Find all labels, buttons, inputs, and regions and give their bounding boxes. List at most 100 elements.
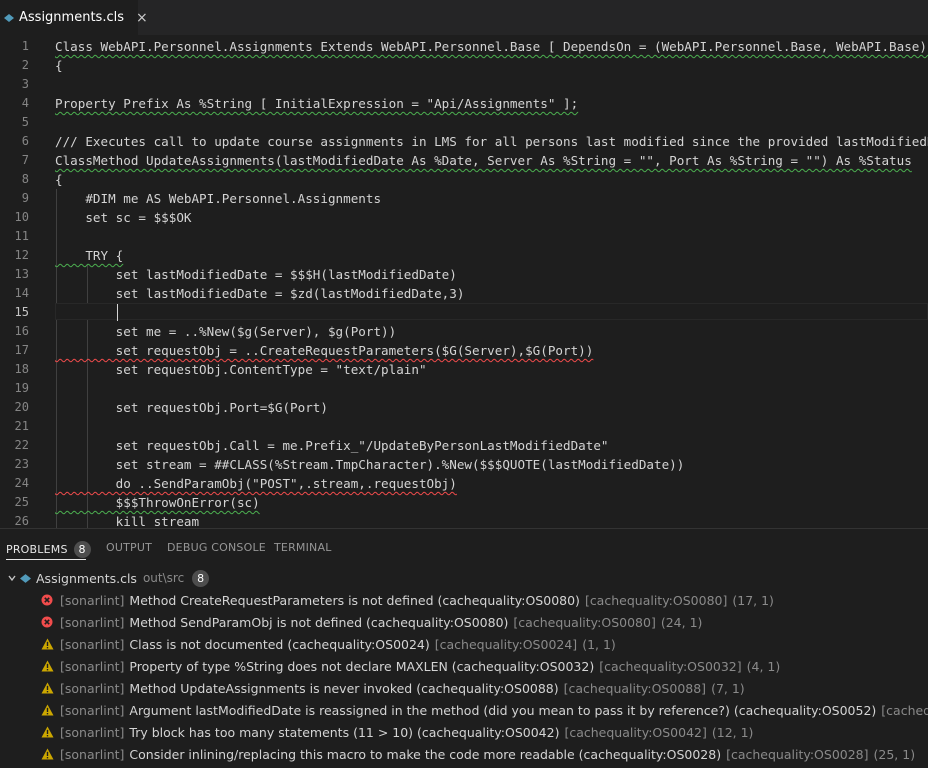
problems-file-path: out\src: [142, 571, 185, 585]
code-line[interactable]: 19: [0, 379, 928, 398]
problem-code: [cachequality:OS0052]: [881, 702, 928, 718]
close-icon[interactable]: ×: [136, 10, 148, 26]
problem-source: [sonarlint]: [60, 658, 125, 674]
warning-icon: [40, 725, 54, 739]
code-line[interactable]: 7 ClassMethod UpdateAssignments(lastModif…: [0, 151, 928, 170]
code-line[interactable]: 17 set requestObj = ..CreateRequestParam…: [0, 341, 928, 360]
line-number: 18: [14, 362, 29, 376]
problem-row[interactable]: [sonarlint] Consider inlining/replacing t…: [0, 743, 928, 765]
code-line[interactable]: 6 /// Executes call to update course assi…: [0, 132, 928, 151]
code-text: {: [55, 172, 63, 187]
line-number: 14: [14, 286, 29, 300]
code-text: {: [55, 58, 63, 73]
problem-message: Property of type %String does not declar…: [129, 658, 595, 674]
problem-source: [sonarlint]: [60, 680, 125, 696]
line-number: 25: [14, 495, 29, 509]
code-line[interactable]: 11: [0, 227, 928, 246]
code-line[interactable]: 24 do ..SendParamObj("POST",.stream,.req…: [0, 474, 928, 493]
code-line[interactable]: 14 set lastModifiedDate = $zd(lastModifi…: [0, 284, 928, 303]
problems-file-name: Assignments.cls: [36, 570, 137, 586]
line-number: 3: [21, 77, 29, 91]
problem-location: (1, 1): [582, 636, 616, 652]
warning-icon: [40, 637, 54, 651]
problem-row[interactable]: [sonarlint] Class is not documented (cach…: [0, 633, 928, 655]
code-line[interactable]: 25 $$$ThrowOnError(sc): [0, 493, 928, 512]
code-text: do ..SendParamObj("POST",.stream,.reques…: [55, 476, 457, 491]
problem-source: [sonarlint]: [60, 636, 125, 652]
line-number: 11: [14, 229, 29, 243]
code-text: set requestObj.Call = me.Prefix_"/Update…: [55, 438, 609, 453]
line-number: 4: [21, 96, 29, 110]
line-number: 12: [14, 248, 29, 262]
code-line[interactable]: 1 Class WebAPI.Personnel.Assignments Exte…: [0, 37, 928, 56]
code-line[interactable]: 9 #DIM me AS WebAPI.Personnel.Assignment…: [0, 189, 928, 208]
problem-row[interactable]: [sonarlint] Try block has too many statem…: [0, 721, 928, 743]
code-line[interactable]: 26 kill stream: [0, 512, 928, 528]
code-text: set sc = $$$OK: [55, 210, 192, 225]
code-text: Class WebAPI.Personnel.Assignments Exten…: [55, 39, 928, 54]
problem-code: [cachequality:OS0080]: [584, 592, 728, 608]
problem-row[interactable]: [sonarlint] Argument lastModifiedDate is …: [0, 699, 928, 721]
problems-count-badge: 8: [73, 541, 91, 558]
line-number: 15: [14, 305, 29, 319]
line-number: 16: [14, 324, 29, 338]
problem-message: Class is not documented (cachequality:OS…: [129, 636, 430, 652]
code-text: $$$ThrowOnError(sc): [55, 495, 260, 510]
code-line[interactable]: 4 Property Prefix As %String [ InitialExp…: [0, 94, 928, 113]
code-line[interactable]: 3: [0, 75, 928, 94]
code-line[interactable]: 16 set me = ..%New($g(Server), $g(Port)): [0, 322, 928, 341]
code-line[interactable]: 12 TRY {: [0, 246, 928, 265]
code-line[interactable]: 5: [0, 113, 928, 132]
cls-file-icon: [20, 572, 32, 584]
code-text: set stream = ##CLASS(%Stream.TmpCharacte…: [55, 457, 685, 472]
warning-icon: [40, 703, 54, 717]
tab-terminal[interactable]: TERMINAL: [274, 541, 332, 554]
code-line[interactable]: 8{: [0, 170, 928, 189]
line-number: 23: [14, 457, 29, 471]
line-number: 8: [21, 172, 29, 186]
problem-row[interactable]: [sonarlint] Property of type %String does…: [0, 655, 928, 677]
panel-tab-bar: PROBLEMS 8 OUTPUT DEBUG CONSOLE TERMINAL: [0, 529, 928, 567]
code-text: Property Prefix As %String [ InitialExpr…: [55, 96, 579, 111]
code-line[interactable]: 21: [0, 417, 928, 436]
problem-location: (4, 1): [746, 658, 781, 674]
code-line[interactable]: 15: [0, 303, 928, 322]
code-line[interactable]: 23 set stream = ##CLASS(%Stream.TmpChara…: [0, 455, 928, 474]
problem-source: [sonarlint]: [60, 702, 125, 718]
code-text: set requestObj.Port=$G(Port): [55, 400, 328, 415]
problem-row[interactable]: [sonarlint] Method CreateRequestParameter…: [0, 589, 928, 611]
chevron-down-icon[interactable]: [6, 572, 18, 584]
problem-message: Consider inlining/replacing this macro t…: [129, 746, 722, 762]
code-line[interactable]: 20 set requestObj.Port=$G(Port): [0, 398, 928, 417]
editor-tab-bar: Assignments.cls ×: [0, 0, 928, 35]
tab-title: Assignments.cls: [19, 10, 124, 25]
line-number: 24: [14, 476, 29, 490]
code-text: set me = ..%New($g(Server), $g(Port)): [55, 324, 397, 339]
code-editor[interactable]: 1 Class WebAPI.Personnel.Assignments Exte…: [0, 35, 928, 528]
line-number: 21: [14, 419, 29, 433]
file-problems-count-badge: 8: [192, 569, 210, 587]
tab-output[interactable]: OUTPUT: [106, 541, 152, 554]
problem-code: [cachequality:OS0088]: [563, 680, 707, 696]
code-line[interactable]: 10 set sc = $$$OK: [0, 208, 928, 227]
problem-message: Method SendParamObj is not defined (cach…: [129, 614, 509, 630]
line-number: 26: [14, 514, 29, 528]
code-text: set requestObj.ContentType = "text/plain…: [55, 362, 427, 377]
code-line[interactable]: 18 set requestObj.ContentType = "text/pl…: [0, 360, 928, 379]
problem-row[interactable]: [sonarlint] Method UpdateAssignments is n…: [0, 677, 928, 699]
tab-assignments-cls[interactable]: Assignments.cls ×: [0, 0, 148, 35]
tab-problems[interactable]: PROBLEMS 8: [6, 541, 91, 558]
problems-file-group[interactable]: Assignments.cls out\src 8: [0, 567, 928, 589]
error-icon: [40, 593, 54, 607]
code-line[interactable]: 22 set requestObj.Call = me.Prefix_"/Upd…: [0, 436, 928, 455]
problem-row[interactable]: [sonarlint] Method SendParamObj is not de…: [0, 611, 928, 633]
bottom-panel: PROBLEMS 8 OUTPUT DEBUG CONSOLE TERMINAL …: [0, 528, 928, 768]
code-line[interactable]: 2{: [0, 56, 928, 75]
line-number: 2: [21, 58, 29, 72]
code-text: set lastModifiedDate = $$$H(lastModified…: [55, 267, 457, 282]
error-icon: [40, 615, 54, 629]
code-line[interactable]: 13 set lastModifiedDate = $$$H(lastModif…: [0, 265, 928, 284]
tab-debug-console[interactable]: DEBUG CONSOLE: [167, 541, 266, 554]
problem-message: Argument lastModifiedDate is reassigned …: [129, 702, 877, 718]
line-number: 6: [21, 134, 29, 148]
